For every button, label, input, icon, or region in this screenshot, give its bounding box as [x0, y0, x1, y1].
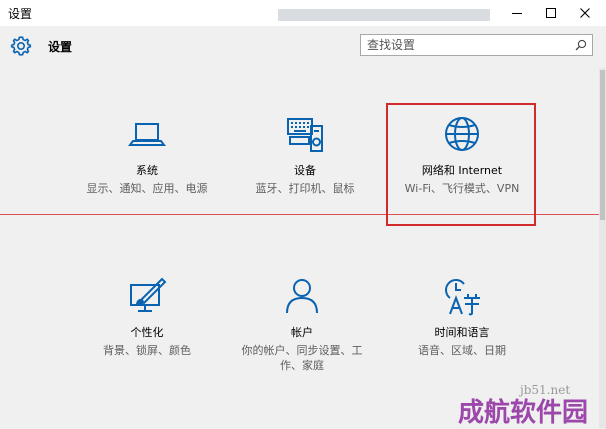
highlight-box [386, 103, 536, 226]
tile-description: 你的帐户、同步设置、工作、家庭 [241, 344, 363, 372]
settings-window: 设置 设置 查找设置 系统 显示、通知、应用、电源 设备 蓝牙、打印机、鼠标 网… [0, 0, 606, 428]
close-icon [580, 8, 590, 18]
scrollbar-thumb[interactable] [600, 70, 605, 220]
title-bar: 设置 [0, 0, 606, 26]
watermark-text: 成航软件园 [458, 398, 589, 428]
tile-description: 语音、区域、日期 [418, 344, 506, 357]
blurred-region [278, 9, 490, 21]
tile-name: 帐户 [291, 326, 313, 339]
header: 设置 [0, 26, 606, 68]
maximize-button[interactable] [534, 0, 568, 26]
time-language-icon [445, 279, 480, 316]
tile-description: 显示、通知、应用、电源 [86, 182, 208, 195]
tile-system[interactable]: 系统 显示、通知、应用、电源 [82, 114, 212, 196]
person-icon [286, 279, 318, 314]
search-icon[interactable] [575, 39, 587, 51]
search-input[interactable] [367, 36, 567, 54]
tile-name: 系统 [136, 164, 158, 177]
personalization-icon [130, 277, 167, 312]
tile-devices[interactable]: 设备 蓝牙、打印机、鼠标 [240, 114, 370, 196]
tile-personalization[interactable]: 个性化 背景、锁屏、颜色 [82, 276, 212, 358]
tile-time-language[interactable]: 时间和语言 语音、区域、日期 [400, 276, 524, 358]
laptop-icon [128, 123, 166, 146]
tile-accounts[interactable]: 帐户 你的帐户、同步设置、工作、家庭 [238, 276, 366, 373]
devices-icon [287, 118, 323, 152]
vertical-scrollbar[interactable] [599, 68, 606, 428]
window-title: 设置 [8, 7, 33, 21]
close-button[interactable] [568, 0, 602, 26]
minimize-button[interactable] [500, 0, 534, 26]
gear-icon [10, 36, 32, 56]
minimize-icon [512, 13, 522, 14]
tile-name: 个性化 [130, 326, 164, 339]
tile-name: 设备 [294, 164, 316, 177]
maximize-icon [546, 8, 556, 18]
tile-description: 背景、锁屏、颜色 [103, 344, 191, 357]
tile-description: 蓝牙、打印机、鼠标 [255, 182, 355, 195]
search-box[interactable] [360, 34, 593, 56]
page-title: 设置 [48, 40, 73, 54]
tile-name: 时间和语言 [434, 326, 490, 339]
